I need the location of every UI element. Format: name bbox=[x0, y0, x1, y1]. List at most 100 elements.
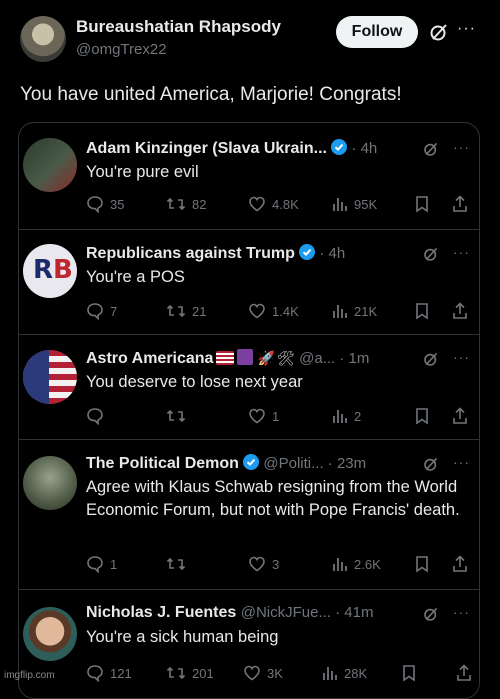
repost-button[interactable] bbox=[166, 407, 192, 425]
heart-icon bbox=[244, 665, 260, 681]
reply-avatar[interactable] bbox=[23, 350, 77, 404]
verified-badge-icon bbox=[330, 139, 347, 155]
like-button[interactable]: 1 bbox=[248, 407, 279, 425]
views-button[interactable]: 2.6K bbox=[332, 555, 381, 573]
reply-button[interactable] bbox=[86, 407, 110, 425]
reply-actions: 7 21 1.4K 21K bbox=[86, 302, 471, 326]
views-icon bbox=[333, 558, 347, 571]
reply-avatar[interactable]: RB bbox=[23, 244, 77, 298]
heart-icon bbox=[249, 408, 265, 424]
heart-icon bbox=[249, 556, 265, 572]
reply-timestamp[interactable]: @a... · 1m bbox=[299, 350, 369, 367]
share-icon bbox=[457, 664, 471, 681]
views-icon bbox=[333, 198, 347, 211]
reply-timestamp[interactable]: @NickJFue... · 41m bbox=[241, 604, 374, 621]
repost-button[interactable]: 201 bbox=[166, 664, 214, 682]
like-button[interactable]: 3 bbox=[248, 555, 279, 573]
like-button[interactable]: 3K bbox=[243, 664, 283, 682]
bookmark-button[interactable] bbox=[414, 555, 430, 573]
bookmark-button[interactable] bbox=[414, 302, 430, 320]
reply-text: You're a sick human being bbox=[86, 628, 279, 646]
reply-author-name[interactable]: Republicans against Trump bbox=[86, 245, 295, 262]
grok-icon[interactable] bbox=[423, 606, 439, 622]
bookmark-button[interactable] bbox=[401, 664, 417, 682]
more-options-icon[interactable]: ··· bbox=[457, 20, 476, 38]
more-options-icon[interactable]: ··· bbox=[453, 139, 470, 155]
reply-actions: 35 82 4.8K 95K bbox=[86, 195, 471, 219]
reply-button[interactable]: 1 bbox=[86, 555, 117, 573]
author-avatar[interactable] bbox=[20, 16, 66, 62]
repost-button[interactable]: 21 bbox=[166, 302, 206, 320]
share-icon bbox=[453, 555, 467, 572]
views-button[interactable]: 21K bbox=[332, 302, 377, 320]
more-options-icon[interactable]: ··· bbox=[453, 244, 470, 260]
reply-timestamp[interactable]: · 4h bbox=[351, 140, 377, 157]
bookmark-button[interactable] bbox=[414, 407, 430, 425]
reply-header: Nicholas J. Fuentes @NickJFue... · 41m bbox=[86, 604, 373, 622]
cross-icon bbox=[237, 349, 254, 365]
reply-item[interactable]: Adam Kinzinger (Slava Ukrain... · 4h ···… bbox=[19, 123, 479, 230]
grok-icon[interactable] bbox=[423, 141, 439, 157]
author-handle[interactable]: @omgTrex22 bbox=[76, 41, 167, 58]
reply-count: 1 bbox=[110, 556, 118, 572]
bookmark-icon bbox=[416, 556, 428, 573]
views-button[interactable]: 28K bbox=[322, 664, 367, 682]
like-count: 3 bbox=[272, 556, 280, 572]
more-options-icon[interactable]: ··· bbox=[453, 349, 470, 365]
bookmark-icon bbox=[403, 665, 415, 682]
repost-count: 201 bbox=[192, 665, 214, 681]
reply-text: You deserve to lose next year bbox=[86, 373, 303, 391]
us-flag-icon bbox=[216, 351, 235, 365]
reply-author-name[interactable]: Adam Kinzinger (Slava Ukrain... bbox=[86, 140, 327, 157]
more-options-icon[interactable]: ··· bbox=[453, 604, 470, 620]
reply-item[interactable]: Astro Americana 🚀 🛠 @a... · 1m ··· You des… bbox=[19, 334, 479, 440]
repost-icon bbox=[166, 304, 186, 318]
share-button[interactable] bbox=[452, 195, 468, 213]
like-button[interactable]: 4.8K bbox=[248, 195, 299, 213]
reply-actions: 1 2 bbox=[86, 407, 471, 431]
post-text: You have united America, Marjorie! Congr… bbox=[20, 84, 402, 105]
reply-button[interactable]: 121 bbox=[86, 664, 132, 682]
reply-author-name[interactable]: Nicholas J. Fuentes bbox=[86, 604, 236, 621]
reply-author-name[interactable]: The Political Demon bbox=[86, 455, 239, 472]
repost-button[interactable] bbox=[166, 555, 192, 573]
reply-button[interactable]: 35 bbox=[86, 195, 124, 213]
like-button[interactable]: 1.4K bbox=[248, 302, 299, 320]
reply-count: 7 bbox=[110, 303, 118, 319]
grok-icon[interactable] bbox=[423, 351, 439, 367]
share-icon bbox=[453, 407, 467, 424]
reply-avatar[interactable] bbox=[23, 456, 77, 510]
views-button[interactable]: 95K bbox=[332, 195, 377, 213]
share-button[interactable] bbox=[456, 664, 472, 682]
post-header: Bureaushatian Rhapsody @omgTrex22 Follow… bbox=[0, 0, 500, 70]
grok-icon[interactable] bbox=[423, 456, 439, 472]
share-button[interactable] bbox=[452, 555, 468, 573]
author-display-name[interactable]: Bureaushatian Rhapsody bbox=[76, 17, 281, 37]
grok-icon[interactable] bbox=[423, 246, 439, 262]
views-count: 2.6K bbox=[354, 556, 381, 572]
reply-author-name[interactable]: Astro Americana bbox=[86, 350, 213, 367]
repost-button[interactable]: 82 bbox=[166, 195, 206, 213]
reply-item[interactable]: RB Republicans against Trump · 4h ··· Yo… bbox=[19, 229, 479, 335]
reply-timestamp[interactable]: @Politi... · 23m bbox=[263, 455, 366, 472]
more-options-icon[interactable]: ··· bbox=[453, 454, 470, 470]
like-count: 1 bbox=[272, 408, 280, 424]
repost-count: 82 bbox=[192, 196, 207, 212]
reply-item[interactable]: The Political Demon @Politi... · 23m ···… bbox=[19, 439, 479, 590]
bookmark-icon bbox=[416, 303, 428, 320]
share-button[interactable] bbox=[452, 302, 468, 320]
reply-avatar[interactable] bbox=[23, 607, 77, 661]
reply-timestamp[interactable]: · 4h bbox=[319, 245, 345, 262]
views-icon bbox=[333, 305, 347, 318]
repost-icon bbox=[166, 409, 186, 423]
rb-logo: RB bbox=[33, 255, 73, 285]
grok-icon[interactable] bbox=[429, 22, 449, 42]
verified-badge-icon bbox=[298, 244, 315, 260]
bookmark-button[interactable] bbox=[414, 195, 430, 213]
reply-avatar[interactable] bbox=[23, 138, 77, 192]
views-button[interactable]: 2 bbox=[332, 407, 361, 425]
follow-button[interactable]: Follow bbox=[336, 16, 418, 48]
share-button[interactable] bbox=[452, 407, 468, 425]
reply-button[interactable]: 7 bbox=[86, 302, 117, 320]
repost-icon bbox=[166, 666, 186, 680]
